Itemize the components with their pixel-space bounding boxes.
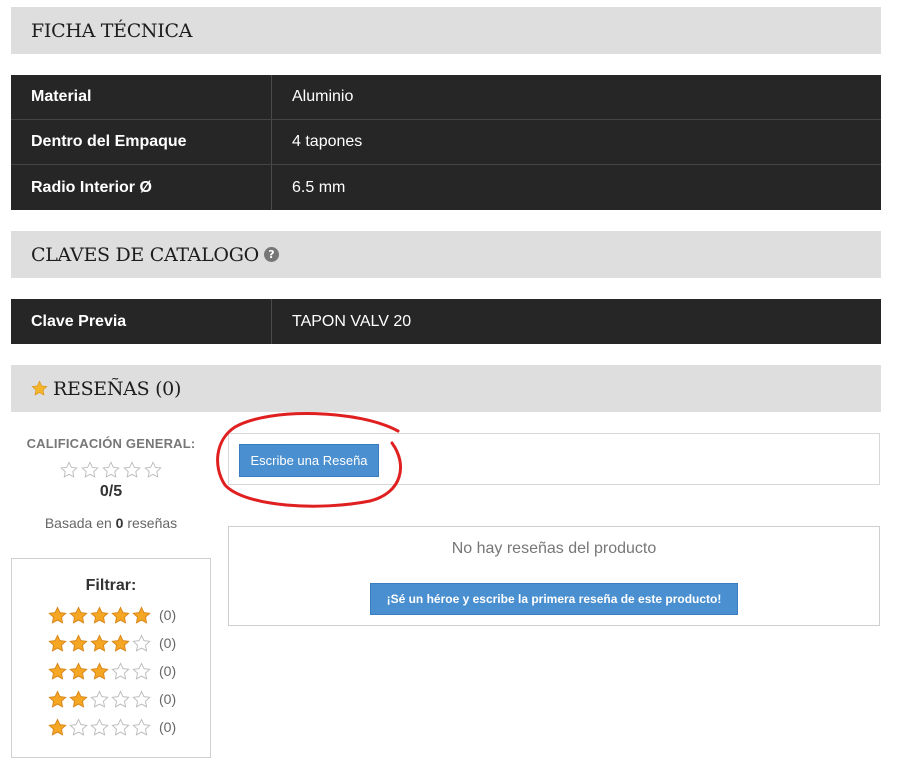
spec-key: Material <box>11 75 272 119</box>
filter-stars <box>48 633 151 653</box>
based-prefix: Basada en <box>44 515 112 531</box>
filter-count: (0) <box>159 691 177 707</box>
filter-box: Filtrar: (0) (0) (0) (0) (0) <box>11 558 211 758</box>
star-empty-icon <box>111 661 130 680</box>
star-empty-icon <box>132 633 151 652</box>
filter-count: (0) <box>159 635 177 651</box>
no-reviews-text: No hay reseñas del producto <box>451 540 657 557</box>
star-icon <box>31 380 48 397</box>
star-empty-icon <box>90 689 109 708</box>
star-filled-icon <box>90 661 109 680</box>
rating-score: 0/5 <box>99 483 123 500</box>
overall-rating: CALIFICACIÓN GENERAL: 0/5 Basada en 0 re… <box>11 436 211 531</box>
star-empty-icon <box>102 461 120 478</box>
table-row: Dentro del Empaque 4 tapones <box>11 120 881 165</box>
star-empty-icon <box>123 461 141 478</box>
filter-stars <box>48 689 151 709</box>
star-filled-icon <box>69 661 88 680</box>
resenas-title: RESEÑAS (0) <box>53 377 182 400</box>
star-filled-icon <box>69 633 88 652</box>
star-filled-icon <box>69 605 88 624</box>
based-count: 0 <box>115 515 124 531</box>
spec-value: 6.5 mm <box>292 178 346 196</box>
table-row: Radio Interior Ø 6.5 mm <box>11 165 881 210</box>
spec-key: Clave Previa <box>11 299 272 344</box>
spec-key: Radio Interior Ø <box>11 165 272 210</box>
write-review-button[interactable]: Escribe una Reseña <box>239 444 379 477</box>
based-on-text: Basada en 0 reseñas <box>11 515 211 531</box>
star-filled-icon <box>48 633 67 652</box>
star-empty-icon <box>132 717 151 736</box>
ficha-tecnica-table: Material Aluminio Dentro del Empaque 4 t… <box>11 75 881 210</box>
star-filled-icon <box>111 633 130 652</box>
star-filled-icon <box>48 661 67 680</box>
overall-stars <box>11 461 211 479</box>
star-filled-icon <box>90 633 109 652</box>
spec-key: Dentro del Empaque <box>11 120 272 164</box>
first-review-button[interactable]: ¡Sé un héroe y escribe la primera reseña… <box>370 583 738 615</box>
star-empty-icon <box>144 461 162 478</box>
star-empty-icon <box>90 717 109 736</box>
table-row: Clave Previa TAPON VALV 20 <box>11 299 881 344</box>
star-empty-icon <box>81 461 99 478</box>
claves-catalogo-table: Clave Previa TAPON VALV 20 <box>11 299 881 344</box>
based-suffix: reseñas <box>127 515 178 531</box>
table-row: Material Aluminio <box>11 75 881 120</box>
star-filled-icon <box>48 689 67 708</box>
star-empty-icon <box>111 689 130 708</box>
filter-count: (0) <box>159 607 177 623</box>
help-icon[interactable]: ? <box>263 247 279 262</box>
star-filled-icon <box>132 605 151 624</box>
filter-rows: (0) (0) (0) (0) (0) <box>12 601 210 741</box>
filter-row-4-stars[interactable]: (0) <box>48 629 210 657</box>
spec-value: 4 tapones <box>292 133 363 150</box>
star-filled-icon <box>69 689 88 708</box>
filter-count: (0) <box>159 663 177 679</box>
filter-title: Filtrar: <box>85 577 137 594</box>
rating-title: CALIFICACIÓN GENERAL: <box>26 436 196 451</box>
filter-row-2-stars[interactable]: (0) <box>48 685 210 713</box>
star-filled-icon <box>111 605 130 624</box>
filter-row-1-stars[interactable]: (0) <box>48 713 210 741</box>
write-review-box: Escribe una Reseña <box>228 433 880 485</box>
ficha-tecnica-title: FICHA TÉCNICA <box>31 19 193 42</box>
resenas-header: RESEÑAS (0) <box>11 365 881 412</box>
filter-row-3-stars[interactable]: (0) <box>48 657 210 685</box>
filter-stars <box>48 661 151 681</box>
star-empty-icon <box>132 689 151 708</box>
filter-stars <box>48 605 151 625</box>
star-filled-icon <box>48 605 67 624</box>
filter-row-5-stars[interactable]: (0) <box>48 601 210 629</box>
star-filled-icon <box>48 717 67 736</box>
ficha-tecnica-header: FICHA TÉCNICA <box>11 7 881 54</box>
star-empty-icon <box>60 461 78 478</box>
no-reviews-box: No hay reseñas del producto ¡Sé un héroe… <box>228 526 880 626</box>
spec-value: TAPON VALV 20 <box>292 312 412 330</box>
star-empty-icon <box>69 717 88 736</box>
star-empty-icon <box>111 717 130 736</box>
spec-value: Aluminio <box>292 88 354 105</box>
filter-count: (0) <box>159 719 177 735</box>
claves-catalogo-header: CLAVES DE CATALOGO ? <box>11 231 881 278</box>
filter-stars <box>48 717 151 737</box>
star-filled-icon <box>90 605 109 624</box>
star-empty-icon <box>132 661 151 680</box>
claves-catalogo-title: CLAVES DE CATALOGO <box>31 243 259 266</box>
